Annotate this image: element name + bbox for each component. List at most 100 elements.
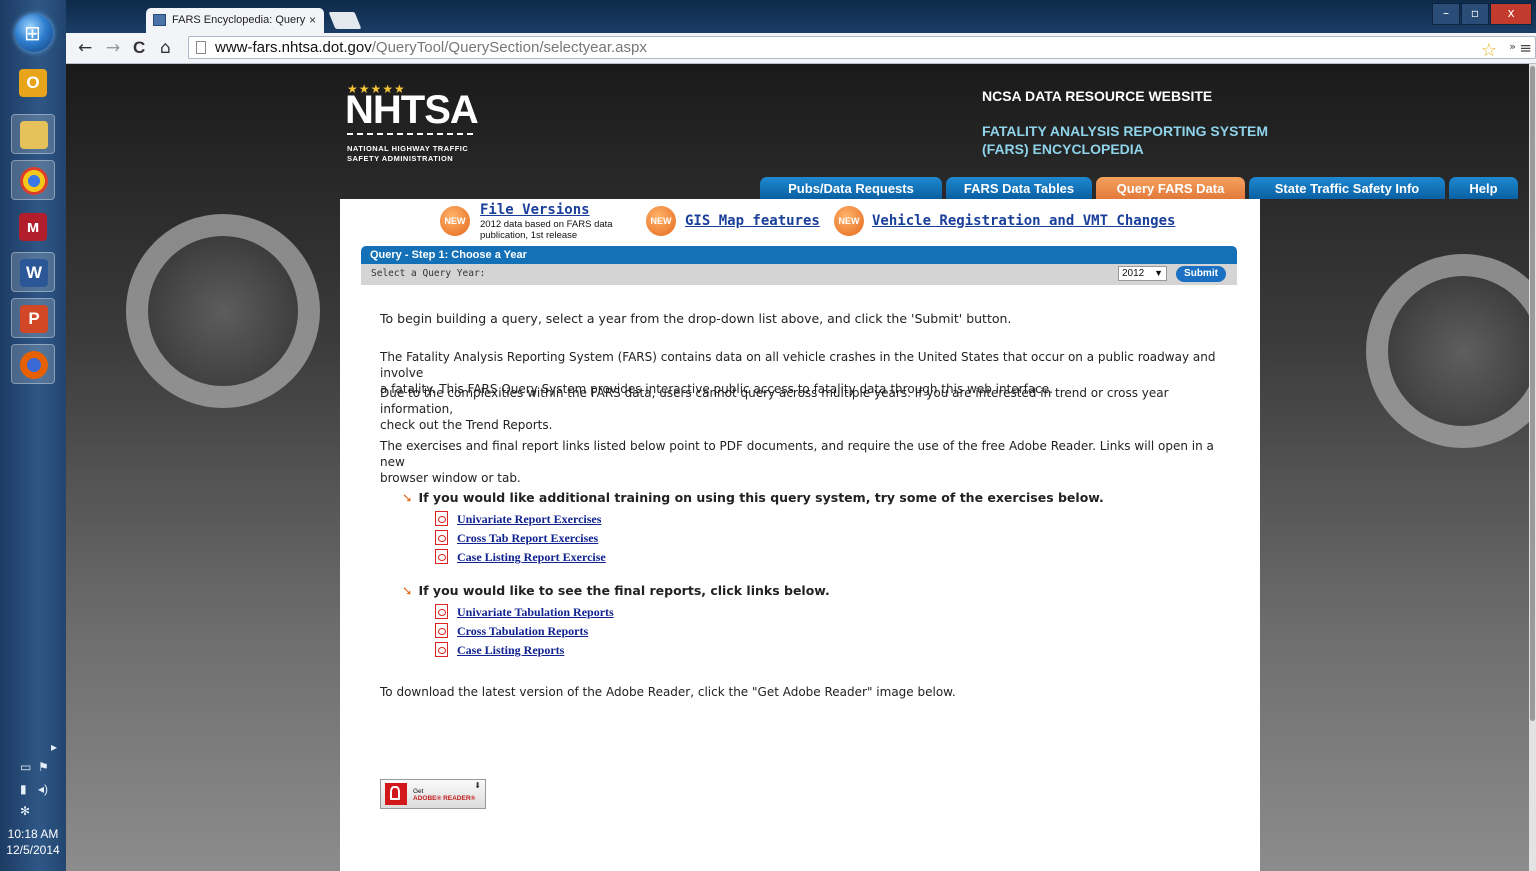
news-bar: NEW File Versions 2012 data based on FAR… [340, 199, 1260, 247]
new-badge-icon: NEW [440, 206, 470, 236]
taskbar-file-explorer[interactable] [11, 114, 55, 154]
nav-tab-state-traffic-safety-info[interactable]: State Traffic Safety Info [1249, 177, 1445, 199]
nav-tab-pubs-data-requests[interactable]: Pubs/Data Requests [760, 177, 942, 199]
taskbar-chrome[interactable] [11, 160, 55, 200]
nav-tab-help[interactable]: Help [1449, 177, 1518, 199]
pdf-note-line-2: browser window or tab. [380, 471, 521, 485]
multi-year-note-line-1: Due to the complexities within the FARS … [380, 386, 1169, 416]
pdf-icon [435, 511, 448, 526]
mendeley-icon: ᴍ [19, 213, 47, 241]
url-path: /QueryTool/QuerySection/selectyear.aspx [371, 39, 647, 56]
new-badge-icon: NEW [834, 206, 864, 236]
univariate-report-exercises-link[interactable]: Univariate Report Exercises [457, 512, 601, 527]
page-scrollbar[interactable] [1529, 64, 1536, 871]
close-window-button[interactable]: x [1490, 3, 1532, 25]
tab-title: FARS Encyclopedia: Query [172, 14, 306, 26]
maximize-button[interactable]: ▫ [1461, 3, 1489, 25]
volume-icon[interactable]: ◂) [38, 782, 48, 796]
file-versions-link[interactable]: File Versions [480, 202, 590, 218]
url-host: www-fars.nhtsa.dot.gov [215, 39, 372, 56]
chrome-icon [20, 167, 48, 195]
taskbar-powerpoint[interactable]: P [11, 298, 55, 338]
nav-tab-fars-data-tables[interactable]: FARS Data Tables [946, 177, 1092, 199]
windows-logo-icon: ⊞ [24, 21, 41, 45]
window-controls: – ▫ x [1431, 3, 1532, 25]
dropdown-arrow-icon: ▼ [1154, 268, 1163, 278]
new-badge-icon: NEW [646, 206, 676, 236]
training-section-text: If you would like additional training on… [418, 490, 1104, 505]
new-tab-button[interactable] [328, 12, 362, 29]
address-bar[interactable]: www-fars.nhtsa.dot.gov/QueryTool/QuerySe… [188, 36, 1536, 61]
query-step-header: Query - Step 1: Choose a Year [361, 246, 1237, 264]
logo-divider [347, 133, 473, 135]
adobe-note: To download the latest version of the Ad… [380, 685, 956, 699]
start-button[interactable]: ⊞ [15, 14, 53, 52]
power-icon[interactable]: ▮ [20, 782, 27, 796]
bookmark-star-icon[interactable]: ☆ [1481, 40, 1497, 61]
minimize-button[interactable]: – [1432, 3, 1460, 25]
multi-year-note: Due to the complexities within the FARS … [380, 385, 1220, 433]
background-wheel-right [1366, 254, 1536, 448]
get-adobe-reader-button[interactable]: Get ADOBE® READER® ⬇ [380, 779, 486, 809]
display-icon[interactable]: ▭ [20, 760, 31, 774]
taskbar-clock[interactable]: 10:18 AM 12/5/2014 [0, 826, 66, 858]
taskbar-outlook[interactable]: O [11, 63, 55, 103]
arrow-bullet-icon: ➘ [402, 583, 413, 598]
action-center-flag-icon[interactable]: ⚑ [38, 760, 49, 774]
vehicle-registration-link[interactable]: Vehicle Registration and VMT Changes [872, 213, 1175, 229]
taskbar-word[interactable]: W [11, 252, 55, 292]
site-subtitle-line-2: (FARS) ENCYCLOPEDIA [982, 141, 1144, 157]
gis-map-features-link[interactable]: GIS Map features [685, 213, 820, 229]
tab-close-icon[interactable]: × [309, 13, 316, 27]
case-listing-reports-link[interactable]: Case Listing Reports [457, 643, 564, 658]
cross-tab-report-exercises-link[interactable]: Cross Tab Report Exercises [457, 531, 598, 546]
multi-year-note-line-2: check out the Trend Reports. [380, 418, 553, 432]
year-dropdown[interactable]: 2012 ▼ [1118, 266, 1167, 281]
nav-tab-query-fars-data[interactable]: Query FARS Data [1096, 177, 1245, 199]
training-section-title: ➘ If you would like additional training o… [402, 490, 1104, 505]
nhtsa-logo[interactable]: NHTSA [345, 88, 479, 133]
adobe-reader-icon [385, 783, 407, 805]
show-hidden-icons-icon[interactable]: ▸ [51, 740, 57, 754]
chrome-menu-icon[interactable]: ≡ [1519, 39, 1532, 57]
site-title: NCSA DATA RESOURCE WEBSITE [982, 88, 1213, 104]
browser-tab[interactable]: FARS Encyclopedia: Query × [146, 8, 324, 33]
network-icon[interactable]: ✻ [20, 804, 30, 818]
word-icon: W [20, 259, 48, 287]
cross-tabulation-reports-link[interactable]: Cross Tabulation Reports [457, 624, 588, 639]
forward-arrow-icon[interactable]: → [106, 38, 120, 58]
taskbar-firefox[interactable] [11, 344, 55, 384]
submit-button[interactable]: Submit [1176, 266, 1226, 282]
home-icon[interactable]: ⌂ [160, 38, 171, 58]
univariate-tabulation-reports-link[interactable]: Univariate Tabulation Reports [457, 605, 614, 620]
site-subtitle-line-1: FATALITY ANALYSIS REPORTING SYSTEM [982, 123, 1268, 139]
reload-icon[interactable]: C [133, 38, 145, 58]
case-listing-report-exercise-link[interactable]: Case Listing Report Exercise [457, 550, 606, 565]
fars-description-line-1: The Fatality Analysis Reporting System (… [380, 350, 1216, 380]
back-arrow-icon[interactable]: ← [78, 38, 92, 58]
download-arrow-icon: ⬇ [474, 781, 481, 790]
file-versions-desc-line-2: publication, 1st release [480, 230, 578, 241]
reports-section-title: ➘ If you would like to see the final repo… [402, 583, 830, 598]
pdf-note-line-1: The exercises and final report links lis… [380, 439, 1214, 469]
browser-tab-strip: FARS Encyclopedia: Query × – ▫ x [66, 0, 1536, 33]
year-select-label: Select a Query Year: [371, 268, 486, 279]
powerpoint-icon: P [20, 305, 48, 333]
background-wheel-left [126, 214, 320, 408]
reports-section-text: If you would like to see the final repor… [418, 583, 830, 598]
windows-taskbar: ⊞ O ᴍ W P ▸ ▭ ⚑ ▮ ◂) ✻ 10:18 AM 12/5/201… [0, 0, 67, 871]
extensions-overflow-icon[interactable]: » [1509, 40, 1516, 53]
file-versions-description: 2012 data based on FARS data publication… [480, 219, 613, 241]
system-tray: ▸ ▭ ⚑ ▮ ◂) ✻ [0, 738, 66, 826]
taskbar-mendeley[interactable]: ᴍ [11, 207, 55, 247]
outlook-icon: O [19, 69, 47, 97]
content-panel: NEW File Versions 2012 data based on FAR… [340, 199, 1260, 871]
site-subtitle: FATALITY ANALYSIS REPORTING SYSTEM (FARS… [982, 122, 1282, 158]
adobe-brand-text: ADOBE® READER® [413, 795, 476, 802]
scrollbar-thumb[interactable] [1530, 66, 1535, 721]
clock-date: 12/5/2014 [6, 843, 60, 857]
pdf-icon [435, 604, 448, 619]
logo-subtitle: NATIONAL HIGHWAY TRAFFIC SAFETY ADMINIST… [347, 144, 468, 164]
main-nav: Pubs/Data Requests FARS Data Tables Quer… [760, 177, 1522, 199]
page-icon [196, 41, 206, 54]
